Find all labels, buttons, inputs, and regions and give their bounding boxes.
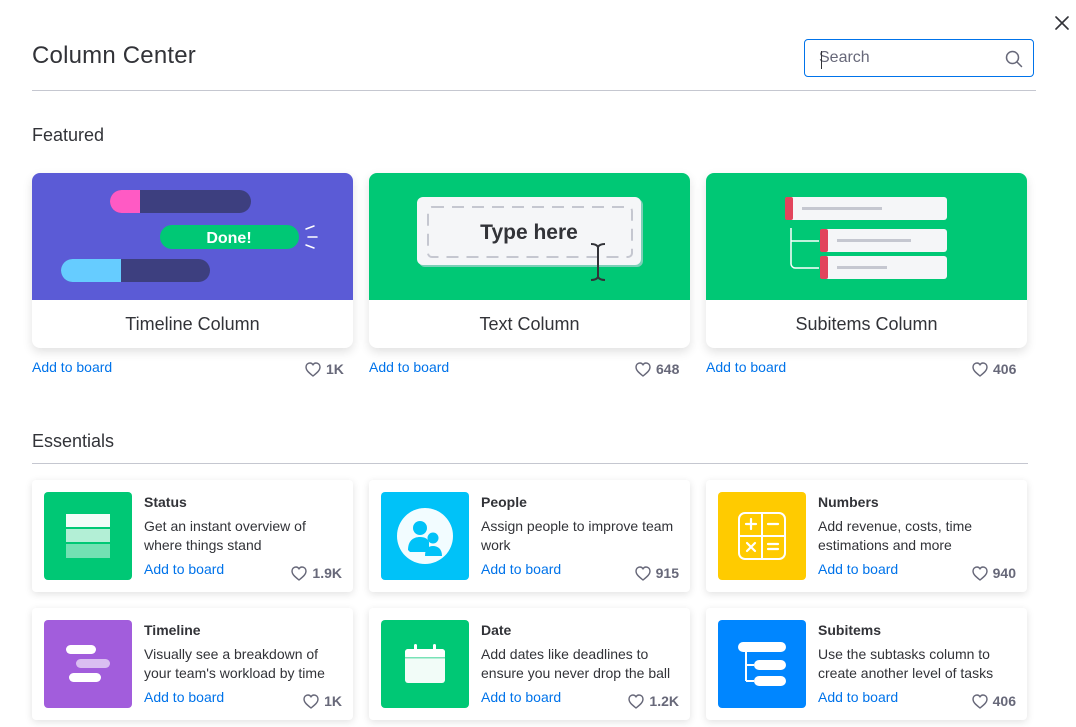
add-to-board-link[interactable]: Add to board [818, 561, 898, 577]
column-card-subitems[interactable]: Subitems Use the subtasks column to crea… [706, 608, 1027, 720]
like-count: 915 [655, 565, 679, 581]
column-name: Subitems [818, 622, 882, 638]
column-description: Add revenue, costs, time estimations and… [818, 518, 973, 553]
column-description: Assign people to improve team work [481, 518, 674, 553]
close-button[interactable] [1052, 13, 1072, 33]
subitems-icon [718, 620, 806, 708]
like-count: 1.2K [649, 693, 679, 709]
text-caret [821, 51, 822, 69]
column-description: Visually see a breakdown of your team's … [144, 646, 325, 681]
featured-card-title: Timeline Column [125, 314, 260, 334]
like-button[interactable]: 1K [303, 693, 342, 709]
like-count: 1K [326, 361, 344, 377]
like-button[interactable]: 915 [634, 565, 679, 581]
add-to-board-link[interactable]: Add to board [369, 359, 449, 375]
heart-icon [972, 361, 988, 377]
header: Column Center [32, 36, 1036, 91]
heart-icon [628, 693, 645, 709]
column-name: Timeline [144, 622, 201, 638]
heart-icon [635, 361, 651, 377]
column-description: Get an instant overview of where things … [144, 518, 306, 553]
column-name: Date [481, 622, 512, 638]
people-icon [381, 492, 469, 580]
add-to-board-link[interactable]: Add to board [481, 689, 561, 705]
add-to-board-link[interactable]: Add to board [706, 359, 786, 375]
type-here-label: Type here [480, 221, 578, 244]
column-name: Numbers [818, 494, 879, 510]
column-card-numbers[interactable]: Numbers Add revenue, costs, time estimat… [706, 480, 1027, 592]
add-to-board-link[interactable]: Add to board [144, 561, 224, 577]
featured-card-timeline[interactable]: Done! Timeline Column [32, 173, 353, 348]
like-button[interactable]: 406 [972, 361, 1016, 377]
featured-card-subitems[interactable]: Subitems Column [706, 173, 1027, 348]
timeline-illustration: Done! [32, 173, 353, 300]
like-count: 1.9K [312, 565, 342, 581]
heart-icon [291, 565, 308, 581]
close-icon [1055, 16, 1069, 30]
add-to-board-link[interactable]: Add to board [481, 561, 561, 577]
like-button[interactable]: 1.9K [291, 565, 342, 581]
section-title-essentials: Essentials [32, 431, 115, 451]
featured-card-text[interactable]: Type here Text Column [369, 173, 690, 348]
like-count: 940 [992, 565, 1016, 581]
like-count: 406 [992, 693, 1016, 709]
column-description: Add dates like deadlines to ensure you n… [481, 646, 671, 681]
text-illustration: Type here [369, 173, 690, 300]
heart-icon [305, 361, 321, 377]
search-input[interactable] [819, 40, 999, 76]
column-description: Use the subtasks column to create anothe… [818, 646, 994, 681]
search-box[interactable] [804, 39, 1034, 77]
add-to-board-link[interactable]: Add to board [818, 689, 898, 705]
heart-icon [634, 565, 651, 581]
page-title: Column Center [32, 42, 197, 69]
heart-icon [971, 565, 988, 581]
section-title-featured: Featured [32, 125, 105, 145]
numbers-icon [718, 492, 806, 580]
like-count: 648 [656, 361, 680, 377]
column-card-status[interactable]: Status Get an instant overview of where … [32, 480, 353, 592]
like-button[interactable]: 1K [305, 361, 344, 377]
heart-icon [303, 693, 319, 709]
subitems-illustration [706, 173, 1027, 300]
featured-card-title: Subitems Column [795, 314, 938, 334]
done-label: Done! [206, 230, 251, 247]
heart-icon [971, 693, 988, 709]
search-icon [1005, 50, 1023, 68]
status-icon [44, 492, 132, 580]
column-card-timeline[interactable]: Timeline Visually see a breakdown of you… [32, 608, 353, 720]
add-to-board-link[interactable]: Add to board [144, 689, 224, 705]
like-button[interactable]: 940 [971, 565, 1016, 581]
divider [32, 463, 1028, 464]
column-name: Status [144, 494, 187, 510]
like-button[interactable]: 406 [971, 693, 1016, 709]
timeline-icon [44, 620, 132, 708]
like-count: 1K [324, 693, 342, 709]
column-card-people[interactable]: People Assign people to improve team wor… [369, 480, 690, 592]
add-to-board-link[interactable]: Add to board [32, 359, 112, 375]
column-name: People [481, 494, 527, 510]
featured-card-title: Text Column [479, 314, 580, 334]
like-button[interactable]: 648 [635, 361, 679, 377]
like-count: 406 [993, 361, 1017, 377]
calendar-icon [381, 620, 469, 708]
like-button[interactable]: 1.2K [628, 693, 679, 709]
column-card-date[interactable]: Date Add dates like deadlines to ensure … [369, 608, 690, 720]
